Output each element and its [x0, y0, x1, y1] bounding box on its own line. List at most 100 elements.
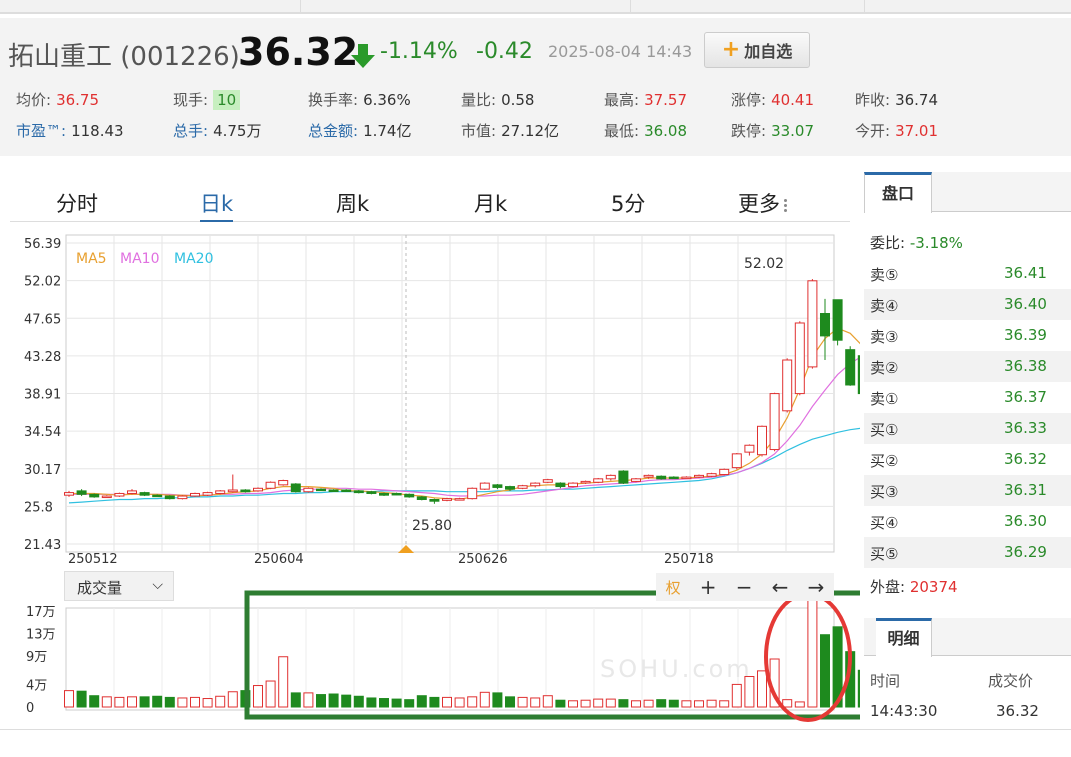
- stat-label: 最低:: [604, 122, 640, 140]
- volume-bar: [114, 696, 125, 708]
- volume-bar: [555, 699, 566, 708]
- stat-value: 36.08: [644, 122, 688, 140]
- stat-label[interactable]: 市盈™:: [16, 122, 66, 140]
- tab-daily-k[interactable]: 日k: [200, 188, 234, 222]
- x-tick-label: 250626: [458, 552, 508, 567]
- stat-value: 1.74亿: [363, 122, 412, 140]
- candle: [190, 492, 200, 497]
- stat-item: 跌停: 33.07: [731, 120, 814, 141]
- detail-tab-bar: 明细: [864, 618, 1071, 657]
- candle: [127, 490, 137, 494]
- volume-bar: [542, 695, 553, 708]
- stat-value: 6.36%: [363, 91, 411, 109]
- bottom-divider: [0, 729, 1071, 730]
- detail-row-price: 36.32: [996, 702, 1039, 720]
- candle: [442, 498, 452, 501]
- volume-bar: [76, 690, 87, 708]
- candle: [454, 498, 465, 501]
- volume-bar: [164, 696, 175, 708]
- candle: [114, 492, 125, 497]
- candle: [744, 444, 755, 453]
- orderbook-level-label: 卖⑤: [870, 266, 899, 284]
- volume-y-tick: 13万: [26, 628, 56, 643]
- volume-bar: [316, 694, 326, 708]
- tab-orderbook[interactable]: 盘口: [864, 172, 932, 213]
- candle: [467, 487, 478, 500]
- stat-value: 4.75万: [213, 122, 262, 140]
- volume-bar: [656, 699, 667, 708]
- volume-bar: [479, 691, 490, 708]
- candle: [807, 280, 818, 368]
- volume-bar: [139, 696, 150, 708]
- candle: [227, 489, 238, 493]
- indicator-select[interactable]: 成交量 ⌵: [64, 571, 174, 601]
- more-dots-icon: [784, 197, 788, 214]
- stat-label[interactable]: 总手:: [173, 122, 208, 140]
- candle: [240, 489, 251, 493]
- orderbook-level-price: 36.30: [1004, 512, 1047, 530]
- ma10-legend: MA10: [120, 251, 159, 267]
- weibi-label: 委比:: [870, 234, 906, 252]
- stat-item: 涨停: 40.41: [731, 89, 814, 110]
- stat-label: 最高:: [604, 91, 640, 109]
- volume-bar: [328, 693, 339, 708]
- add-watchlist-label: 加自选: [744, 42, 793, 61]
- stat-item: 昨收: 36.74: [855, 89, 938, 110]
- orderbook-tab-bar: 盘口: [864, 172, 1071, 213]
- orderbook-row: 卖⑤ 36.41: [864, 258, 1071, 289]
- weibi: 委比: -3.18%: [870, 232, 963, 253]
- candle: [202, 492, 213, 496]
- candle: [265, 481, 276, 489]
- candle: [832, 299, 843, 341]
- adjust-rights-button[interactable]: 权: [666, 577, 681, 598]
- stock-name: 拓山重工 (001226): [8, 36, 240, 73]
- orderbook-level-label: 卖②: [870, 359, 899, 377]
- zoom-in-button[interactable]: +: [700, 575, 717, 599]
- candle: [542, 479, 553, 483]
- orderbook-level-label: 买⑤: [870, 545, 899, 563]
- candle: [580, 480, 591, 484]
- chart-period-tabs: 分时 日k 周k 月k 5分 更多: [10, 182, 850, 222]
- volume-bar: [593, 698, 604, 708]
- volume-bar: [517, 696, 528, 708]
- stat-label: 量比:: [461, 91, 497, 109]
- stat-item: 量比: 0.58: [461, 89, 534, 110]
- candle: [794, 322, 805, 395]
- scroll-left-button[interactable]: ←: [772, 575, 789, 599]
- tab-monthly-k[interactable]: 月k: [474, 188, 507, 218]
- y-tick-label: 30.17: [24, 463, 61, 478]
- detail-header: 时间 成交价: [870, 670, 1070, 691]
- candle: [719, 468, 730, 476]
- volume-bar: [706, 699, 717, 708]
- orderbook-level-label: 买②: [870, 452, 899, 470]
- stat-label: 市值:: [461, 122, 497, 140]
- tab-fenshi[interactable]: 分时: [56, 188, 98, 218]
- candle: [694, 474, 704, 478]
- stat-value: 33.07: [771, 122, 815, 140]
- tab-more-label: 更多: [738, 192, 780, 216]
- orderbook-level-price: 36.40: [1004, 295, 1047, 313]
- stat-item: 市值: 27.12亿: [461, 120, 559, 141]
- tab-more[interactable]: 更多: [738, 188, 788, 218]
- volume-bar: [429, 696, 440, 708]
- kline-chart[interactable]: 56.39 52.02 47.65 43.28 38.91 34.54 30.17 25.8 2…: [0, 232, 860, 727]
- stat-value: 37.57: [644, 91, 688, 109]
- scroll-right-button[interactable]: →: [808, 575, 825, 599]
- candle: [152, 494, 163, 498]
- tab-5min[interactable]: 5分: [611, 188, 645, 218]
- tab-weekly-k[interactable]: 周k: [336, 188, 369, 218]
- add-watchlist-button[interactable]: + 加自选: [704, 32, 810, 68]
- orderbook-level-price: 36.39: [1004, 326, 1047, 344]
- candle: [643, 474, 654, 478]
- y-tick-label: 25.8: [24, 500, 53, 515]
- stat-label[interactable]: 总金额:: [308, 122, 358, 140]
- volume-bar: [265, 680, 276, 708]
- orderbook-level-price: 36.41: [1004, 264, 1047, 282]
- zoom-out-button[interactable]: −: [736, 575, 753, 599]
- stat-item: 现手: 10: [173, 89, 241, 110]
- tab-detail[interactable]: 明细: [876, 618, 932, 657]
- stat-item: 换手率: 6.36%: [308, 89, 411, 110]
- candle: [757, 425, 767, 456]
- volume-bar: [668, 699, 679, 708]
- candle: [857, 355, 860, 395]
